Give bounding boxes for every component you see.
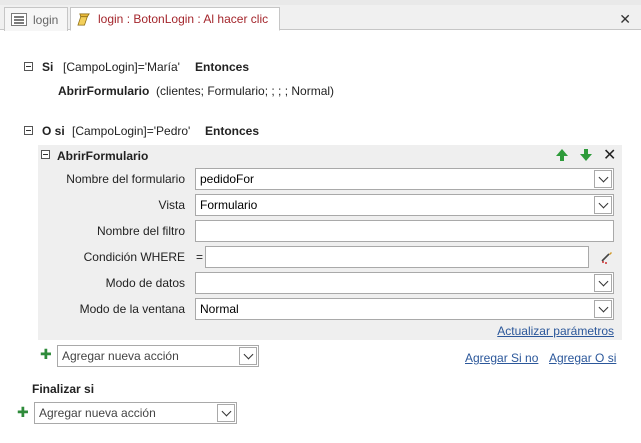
collapse-elseif-icon[interactable]	[24, 126, 33, 135]
data-mode-label: Modo de datos	[105, 276, 185, 290]
where-label: Condición WHERE	[83, 250, 185, 264]
form-name-dropdown-button[interactable]	[594, 170, 612, 188]
add-else-link[interactable]: Agregar Si no	[465, 351, 538, 365]
move-up-icon[interactable]	[555, 149, 569, 163]
data-mode-dropdown-button[interactable]	[594, 274, 612, 292]
form-name-label: Nombre del formulario	[66, 172, 185, 186]
update-parameters-link[interactable]: Actualizar parámetros	[497, 324, 614, 338]
collapse-action-icon[interactable]	[41, 150, 50, 159]
tab-login[interactable]: login	[4, 7, 68, 31]
view-combobox[interactable]: Formulario	[195, 194, 614, 216]
form-name-value: pedidoFor	[200, 172, 255, 186]
add-action-dropdown-button[interactable]	[239, 347, 257, 365]
bottom-add-action-dropdown-button[interactable]	[217, 404, 235, 422]
tab-macro[interactable]: login : BotonLogin : Al hacer clic	[70, 7, 280, 31]
elseif-keyword: O si	[42, 124, 65, 138]
view-label: Vista	[158, 198, 185, 212]
collapse-if-icon[interactable]	[24, 62, 33, 71]
chevron-down-icon	[598, 198, 608, 208]
window-mode-combobox[interactable]: Normal	[195, 298, 614, 320]
add-action-placeholder: Agregar nueva acción	[62, 349, 179, 363]
end-if-keyword: Finalizar si	[32, 382, 95, 396]
add-action-plus-icon: ✚	[17, 404, 29, 420]
add-elseif-link[interactable]: Agregar O si	[549, 351, 616, 365]
where-equals-prefix: =	[196, 250, 204, 264]
if-keyword: Si	[42, 60, 54, 74]
action-block-openform: AbrirFormulario ✕ Nombre del formulario …	[38, 145, 622, 340]
filter-name-label: Nombre del filtro	[96, 224, 185, 238]
then-keyword: Entonces	[195, 60, 250, 74]
bottom-add-action-select[interactable]: Agregar nueva acción	[34, 402, 237, 424]
window-mode-dropdown-button[interactable]	[594, 300, 612, 318]
delete-action-icon[interactable]: ✕	[603, 145, 616, 165]
chevron-down-icon	[598, 276, 608, 286]
tab-login-label: login	[33, 12, 59, 27]
window-mode-value: Normal	[200, 302, 239, 316]
chevron-down-icon	[243, 349, 253, 359]
chevron-down-icon	[598, 302, 608, 312]
macro-scroll-icon	[77, 13, 90, 25]
chevron-down-icon	[221, 406, 231, 416]
chevron-down-icon	[598, 172, 608, 182]
form-icon	[11, 13, 27, 26]
then-keyword: Entonces	[205, 124, 260, 138]
form-name-combobox[interactable]: pedidoFor	[195, 168, 614, 190]
move-down-icon[interactable]	[579, 149, 593, 163]
window-mode-label: Modo de la ventana	[79, 302, 185, 316]
if-condition[interactable]: [CampoLogin]='María'	[63, 60, 180, 74]
close-tab-icon[interactable]: ✕	[619, 11, 631, 28]
macro-designer: Si [CampoLogin]='María' Entonces AbrirFo…	[0, 31, 641, 443]
add-action-plus-icon: ✚	[40, 346, 52, 362]
expression-builder-icon[interactable]	[599, 249, 615, 265]
where-input[interactable]	[205, 246, 589, 268]
view-value: Formulario	[200, 198, 258, 212]
add-action-select[interactable]: Agregar nueva acción	[57, 345, 259, 367]
action-args: (clientes; Formulario; ; ; ; Normal)	[156, 84, 335, 98]
filter-name-input[interactable]	[195, 220, 614, 242]
tab-macro-label: login : BotonLogin : Al hacer clic	[98, 12, 269, 26]
data-mode-combobox[interactable]	[195, 272, 614, 294]
action-title: AbrirFormulario	[57, 149, 149, 163]
view-dropdown-button[interactable]	[594, 196, 612, 214]
bottom-add-action-placeholder: Agregar nueva acción	[39, 406, 156, 420]
elseif-condition[interactable]: [CampoLogin]='Pedro'	[72, 124, 190, 138]
action-name[interactable]: AbrirFormulario	[58, 84, 149, 98]
document-tab-bar: login login : BotonLogin : Al hacer clic…	[0, 5, 641, 31]
